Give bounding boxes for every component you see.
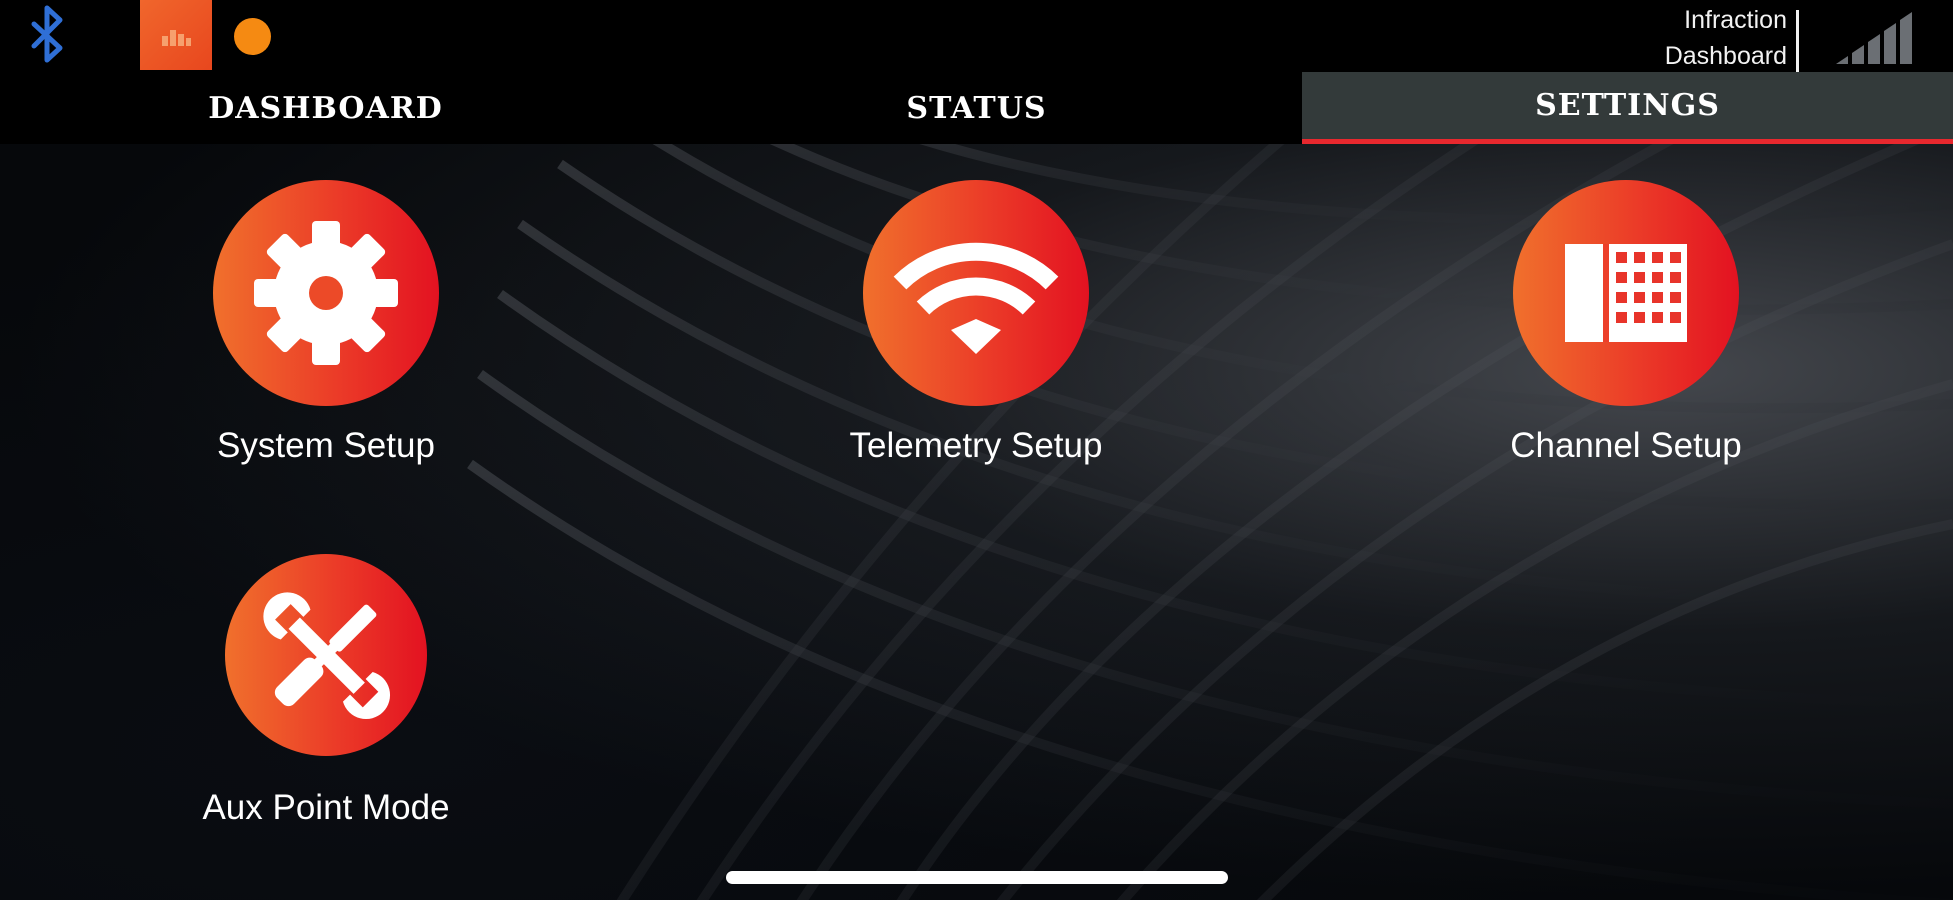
signal-strength-icon (1836, 12, 1912, 64)
infraction-line1: Infraction (1684, 6, 1787, 34)
tab-bar: DASHBOARD STATUS SETTINGS (0, 72, 1953, 144)
system-setup-tile[interactable]: System Setup (116, 180, 536, 466)
telemetry-setup-tile[interactable]: Telemetry Setup (766, 180, 1186, 466)
gear-icon (254, 221, 398, 365)
infraction-line2: Dashboard (1664, 42, 1787, 70)
channel-setup-tile[interactable]: Channel Setup (1416, 180, 1836, 466)
aux-point-mode-button[interactable] (225, 554, 427, 756)
app-badge[interactable] (140, 0, 212, 70)
system-setup-label: System Setup (217, 426, 435, 465)
system-setup-button[interactable] (213, 180, 439, 406)
wifi-icon (893, 242, 1059, 354)
status-bar: Infraction Dashboard (0, 0, 1953, 72)
channel-setup-label: Channel Setup (1510, 426, 1742, 465)
channel-setup-button[interactable] (1513, 180, 1739, 406)
status-indicator-dot (234, 18, 271, 55)
telemetry-setup-label: Telemetry Setup (849, 426, 1103, 465)
settings-panel: System Setup Telemetry Setup Channel Set… (0, 144, 1953, 900)
home-indicator[interactable] (726, 871, 1228, 884)
tab-dashboard[interactable]: DASHBOARD (0, 72, 651, 144)
telemetry-setup-button[interactable] (863, 180, 1089, 406)
aux-point-mode-label: Aux Point Mode (202, 788, 450, 827)
divider (1796, 10, 1799, 72)
tab-settings[interactable]: SETTINGS (1302, 72, 1953, 144)
infraction-dashboard-link[interactable]: Infraction Dashboard (1577, 0, 1787, 74)
bluetooth-icon[interactable] (26, 2, 70, 74)
tools-icon (263, 592, 391, 720)
aux-point-mode-tile[interactable]: Aux Point Mode (116, 554, 536, 828)
bar-chart-icon (162, 30, 191, 46)
keypad-grid-icon (1565, 244, 1687, 342)
tab-status[interactable]: STATUS (651, 72, 1302, 144)
